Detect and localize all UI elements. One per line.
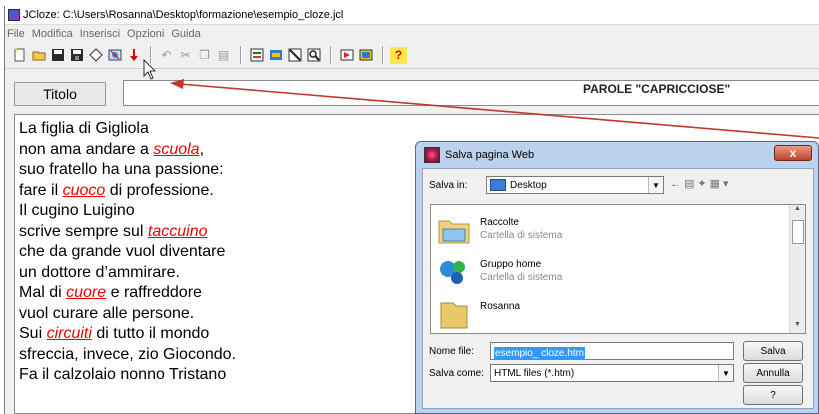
savetype-label: Salva come: [429, 368, 485, 379]
dialog-title: Salva pagina Web [445, 149, 535, 161]
view-menu-icon[interactable]: ▦▾ [710, 178, 732, 190]
list-item-sub: Cartella di sistema [480, 272, 563, 283]
new-folder-icon[interactable]: ✦ [697, 178, 709, 190]
user-folder-icon [440, 302, 468, 329]
list-item-name: Rosanna [480, 301, 521, 312]
save-button[interactable]: Salva [743, 341, 803, 361]
save-in-combo[interactable]: Desktop ▼ [486, 176, 664, 194]
list-item[interactable]: Rosanna [437, 295, 777, 333]
save-in-label: Salva in: [429, 180, 468, 191]
chevron-down-icon[interactable]: ▼ [648, 177, 663, 193]
nav-icons: ←▤✦▦▾ [670, 177, 732, 190]
homegroup-icon [440, 261, 465, 284]
close-button[interactable]: x [774, 145, 812, 161]
list-item[interactable]: Raccolte Cartella di sistema [437, 211, 777, 251]
list-item-sub: Cartella di sistema [480, 230, 563, 241]
help-button[interactable]: ? [743, 385, 803, 405]
scroll-up-icon[interactable]: ▲ [790, 205, 805, 217]
list-item[interactable]: Gruppo home Cartella di sistema [437, 253, 777, 293]
folder-library-icon [438, 220, 470, 244]
filename-input[interactable]: esempio_ cloze.htm [490, 342, 734, 360]
filename-label: Nome file: [429, 346, 475, 357]
savetype-value: HTML files (*.htm) [494, 367, 575, 379]
savetype-combo[interactable]: HTML files (*.htm) ▼ [490, 364, 734, 382]
dialog-title-bar: Salva pagina Web [416, 142, 818, 168]
scrollbar[interactable]: ▲ ▼ [789, 205, 805, 333]
back-icon[interactable]: ← [670, 178, 684, 190]
dialog-body: Salva in: Desktop ▼ ←▤✦▦▾ Raccolte Carte… [422, 168, 814, 409]
file-list: Raccolte Cartella di sistema Gruppo home… [430, 204, 806, 334]
list-item-name: Raccolte [480, 217, 519, 228]
scroll-down-icon[interactable]: ▼ [790, 321, 805, 333]
dialog-app-icon [424, 147, 440, 163]
save-in-value: Desktop [510, 179, 547, 191]
save-web-page-dialog: Salva pagina Web x Salva in: Desktop ▼ ←… [415, 141, 819, 414]
filename-value: esempio_ cloze.htm [494, 347, 585, 360]
chevron-down-icon[interactable]: ▼ [718, 365, 733, 381]
scroll-thumb[interactable] [792, 220, 804, 244]
list-item-name: Gruppo home [480, 259, 542, 270]
up-folder-icon[interactable]: ▤ [684, 178, 697, 190]
cancel-button[interactable]: Annulla [743, 363, 803, 383]
desktop-folder-icon [490, 179, 506, 191]
